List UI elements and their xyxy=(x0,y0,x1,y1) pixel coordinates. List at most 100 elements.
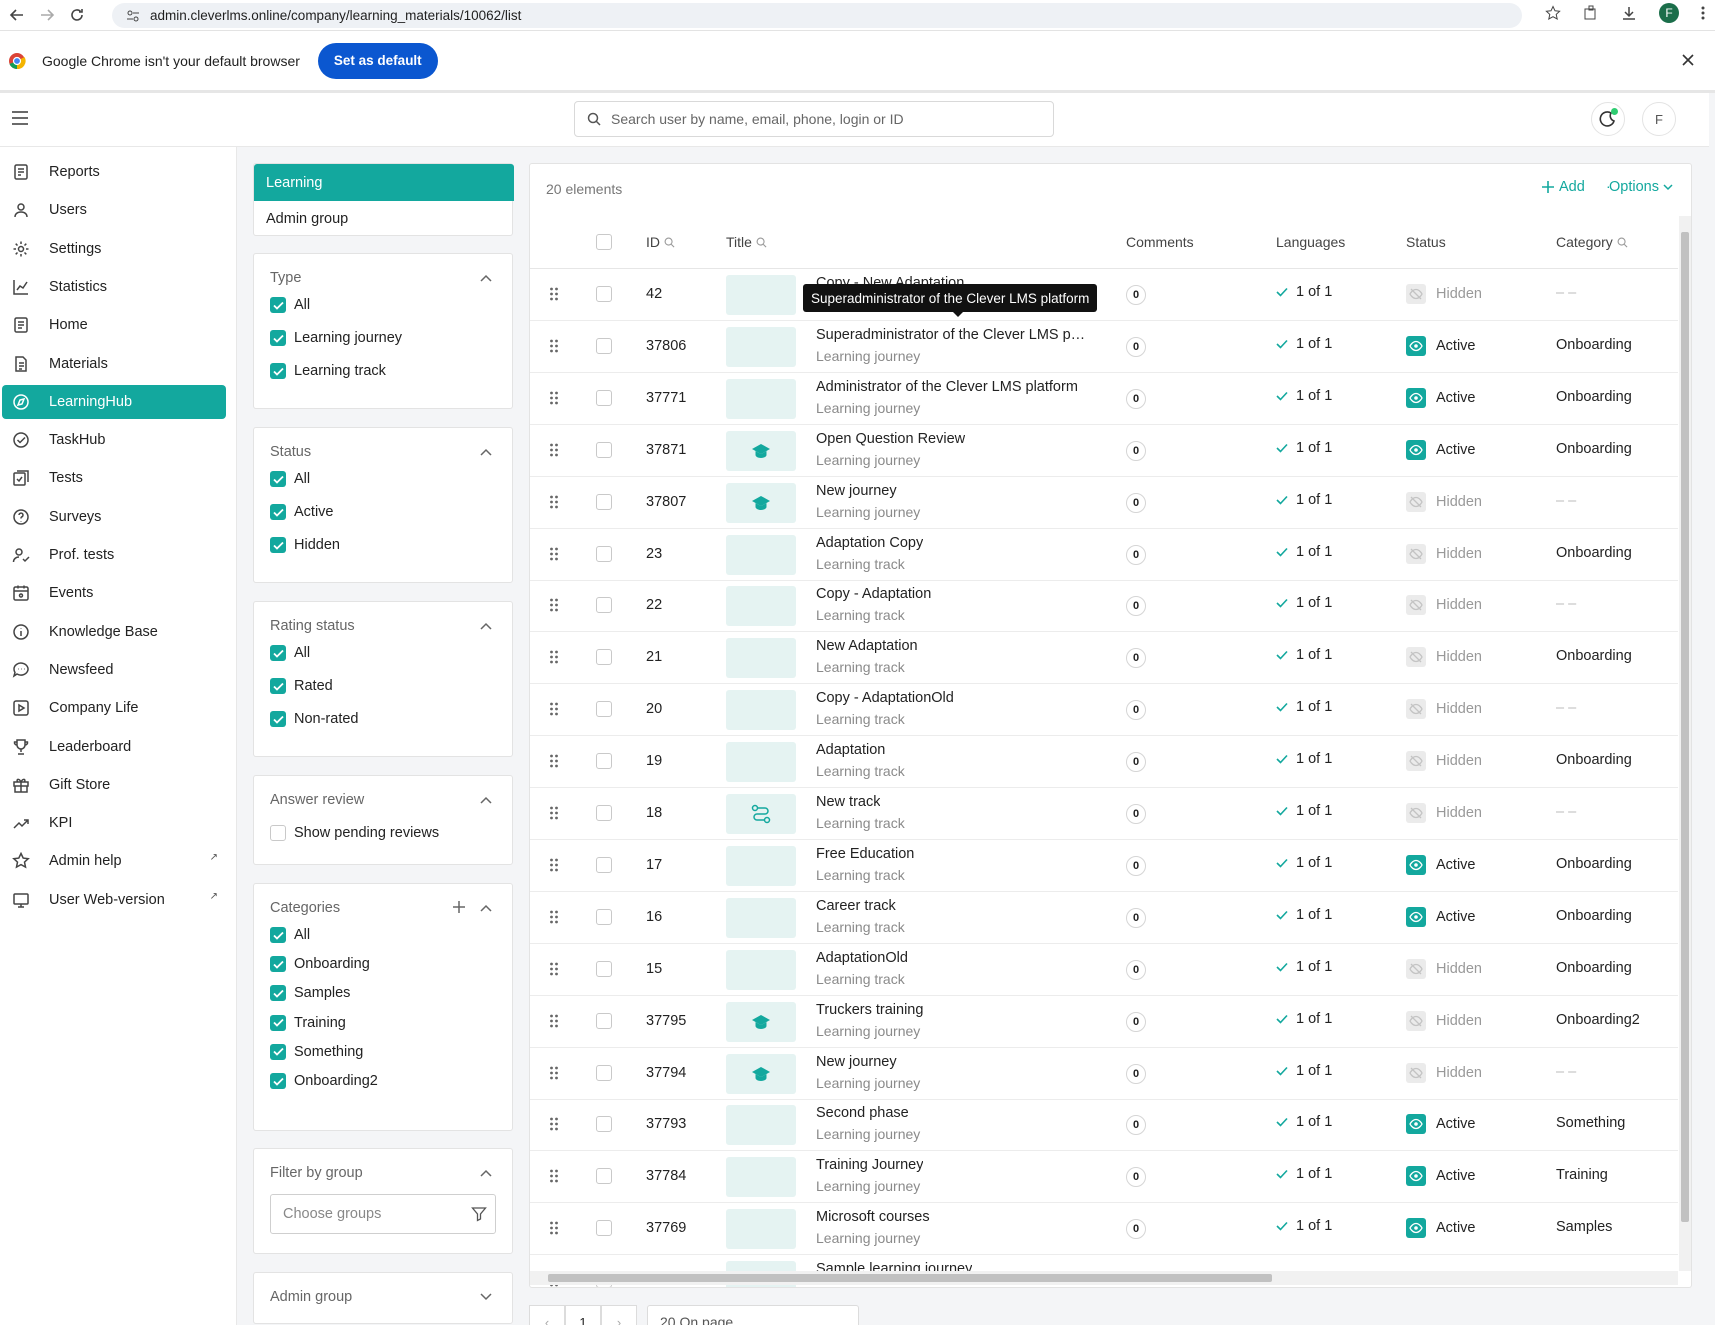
hamburger-menu-icon[interactable] xyxy=(10,110,30,126)
comments-count[interactable]: 0 xyxy=(1126,804,1146,824)
sidebar-item-company-life[interactable]: Company Life xyxy=(2,691,226,725)
comments-count[interactable]: 0 xyxy=(1126,492,1146,513)
row-checkbox[interactable] xyxy=(596,753,612,770)
show-pending-reviews-checkbox[interactable]: Show pending reviews xyxy=(270,822,439,844)
search-icon[interactable] xyxy=(664,237,675,248)
browser-profile-avatar[interactable]: F xyxy=(1659,3,1679,23)
column-id[interactable]: ID xyxy=(646,234,675,250)
drag-handle-icon[interactable] xyxy=(549,1065,559,1081)
eye-off-icon[interactable] xyxy=(1406,647,1426,668)
filter-option-training[interactable]: Training xyxy=(270,1012,346,1034)
site-info-icon[interactable] xyxy=(126,9,140,23)
options-dropdown[interactable]: Options xyxy=(1609,179,1673,195)
checkbox-checked[interactable] xyxy=(270,1073,286,1089)
material-thumbnail[interactable] xyxy=(726,845,796,886)
eye-off-icon[interactable] xyxy=(1406,284,1426,304)
sidebar-item-gift-store[interactable]: Gift Store xyxy=(2,768,226,802)
material-thumbnail[interactable] xyxy=(726,949,796,990)
drag-handle-icon[interactable] xyxy=(549,1220,559,1236)
checkbox[interactable] xyxy=(270,825,286,841)
current-page[interactable]: 1 xyxy=(565,1305,601,1325)
sidebar-item-reports[interactable]: Reports xyxy=(2,155,226,189)
table-row[interactable]: 23 Adaptation Copy Learning track 0 1 of 1 Hi… xyxy=(530,529,1678,581)
material-title[interactable]: Career track xyxy=(816,898,896,914)
reload-icon[interactable] xyxy=(64,2,90,28)
checkbox-checked[interactable] xyxy=(270,297,286,313)
filter-option-something[interactable]: Something xyxy=(270,1041,363,1063)
scrollbar-thumb[interactable] xyxy=(548,1274,1272,1282)
eye-off-icon[interactable] xyxy=(1406,1010,1426,1031)
checkbox-checked[interactable] xyxy=(270,1043,286,1060)
table-row[interactable]: 37793 Second phase Learning journey 0 1 of 1… xyxy=(530,1099,1678,1152)
checkbox-checked[interactable] xyxy=(270,504,286,520)
sidebar-item-learninghub[interactable]: LearningHub xyxy=(2,384,226,419)
user-search-input[interactable]: Search user by name, email, phone, login… xyxy=(574,101,1054,137)
eye-icon[interactable] xyxy=(1406,1218,1426,1239)
add-category-icon[interactable] xyxy=(452,900,466,914)
eye-icon[interactable] xyxy=(1406,439,1426,460)
table-row[interactable]: 37794 New journey Learning journey 0 1 of 1 H… xyxy=(530,1048,1678,1100)
chevron-up-icon[interactable] xyxy=(480,274,492,282)
chevron-up-icon[interactable] xyxy=(480,448,492,456)
chevron-up-icon[interactable] xyxy=(480,622,492,630)
per-page-select[interactable]: 20 On page xyxy=(647,1305,859,1325)
material-title[interactable]: Administrator of the Clever LMS platform xyxy=(816,379,1078,395)
material-thumbnail[interactable] xyxy=(726,586,796,627)
eye-icon[interactable] xyxy=(1406,1114,1426,1135)
comments-count[interactable]: 0 xyxy=(1126,544,1146,565)
admin-group-filter[interactable]: Admin group xyxy=(253,1272,513,1324)
table-row[interactable]: 22 Copy - Adaptation Learning track 0 1 of 1… xyxy=(530,580,1678,633)
add-button[interactable]: Add xyxy=(1541,179,1585,195)
close-icon[interactable] xyxy=(1681,53,1695,67)
material-thumbnail[interactable] xyxy=(726,1053,796,1094)
checkbox-checked[interactable] xyxy=(270,363,286,379)
material-title[interactable]: Training Journey xyxy=(816,1157,923,1173)
filter-option-onboarding2[interactable]: Onboarding2 xyxy=(270,1070,378,1092)
theme-toggle-button[interactable] xyxy=(1591,102,1625,136)
tab-admin-group[interactable]: Admin group xyxy=(254,201,514,237)
material-thumbnail[interactable] xyxy=(726,1105,796,1146)
filter-option-learning-journey[interactable]: Learning journey xyxy=(270,327,402,349)
eye-icon[interactable] xyxy=(1406,906,1426,927)
scrollbar-thumb[interactable] xyxy=(1681,232,1689,1222)
material-thumbnail[interactable] xyxy=(726,326,796,367)
drag-handle-icon[interactable] xyxy=(549,546,559,562)
sidebar-item-taskhub[interactable]: TaskHub xyxy=(2,423,226,457)
forward-icon[interactable] xyxy=(34,2,60,28)
row-checkbox[interactable] xyxy=(596,389,612,406)
material-thumbnail[interactable] xyxy=(726,275,796,315)
chevron-up-icon[interactable] xyxy=(480,904,492,912)
filter-option-all[interactable]: All xyxy=(270,642,310,664)
eye-icon[interactable] xyxy=(1406,387,1426,408)
comments-count[interactable]: 0 xyxy=(1126,1063,1146,1084)
sidebar-item-materials[interactable]: Materials xyxy=(2,347,226,381)
vertical-scrollbar[interactable] xyxy=(1679,216,1691,1271)
material-thumbnail[interactable] xyxy=(726,534,796,575)
material-thumbnail[interactable] xyxy=(726,1001,796,1042)
material-title[interactable]: Free Education xyxy=(816,846,914,862)
filter-option-non-rated[interactable]: Non-rated xyxy=(270,708,358,730)
address-bar[interactable]: admin.cleverlms.online/company/learning_… xyxy=(112,3,1522,28)
chevron-up-icon[interactable] xyxy=(480,1169,492,1177)
drag-handle-icon[interactable] xyxy=(549,857,559,873)
material-thumbnail[interactable] xyxy=(726,794,796,834)
drag-handle-icon[interactable] xyxy=(549,701,559,717)
eye-icon[interactable] xyxy=(1406,335,1426,356)
checkbox-checked[interactable] xyxy=(270,927,286,943)
material-title[interactable]: Truckers training xyxy=(816,1002,923,1018)
row-checkbox[interactable] xyxy=(596,493,612,510)
table-row[interactable]: 21 New Adaptation Learning track 0 1 of 1 Hid… xyxy=(530,632,1678,685)
row-checkbox[interactable] xyxy=(596,856,612,873)
material-title[interactable]: New journey xyxy=(816,1054,897,1070)
row-checkbox[interactable] xyxy=(596,1064,612,1081)
filter-option-all[interactable]: All xyxy=(270,924,310,946)
sidebar-item-surveys[interactable]: Surveys xyxy=(2,500,226,534)
sidebar-item-leaderboard[interactable]: Leaderboard xyxy=(2,730,226,764)
material-thumbnail[interactable] xyxy=(726,638,796,679)
menu-dots-icon[interactable] xyxy=(1701,5,1705,21)
table-row[interactable]: 16 Career track Learning track 0 1 of 1 Activ… xyxy=(530,892,1678,944)
table-row[interactable]: 37769 Microsoft courses Learning journey 0 1… xyxy=(530,1203,1678,1256)
row-checkbox[interactable] xyxy=(596,908,612,925)
material-thumbnail[interactable] xyxy=(726,482,796,523)
eye-off-icon[interactable] xyxy=(1406,491,1426,512)
